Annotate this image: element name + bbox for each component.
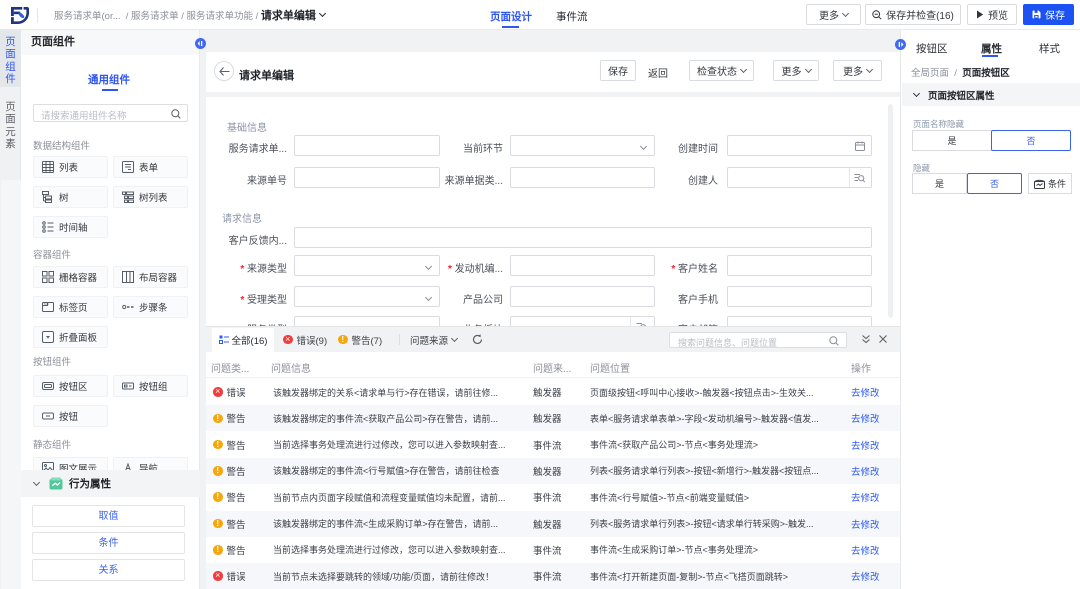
svg-text:TAB: TAB <box>44 302 49 306</box>
